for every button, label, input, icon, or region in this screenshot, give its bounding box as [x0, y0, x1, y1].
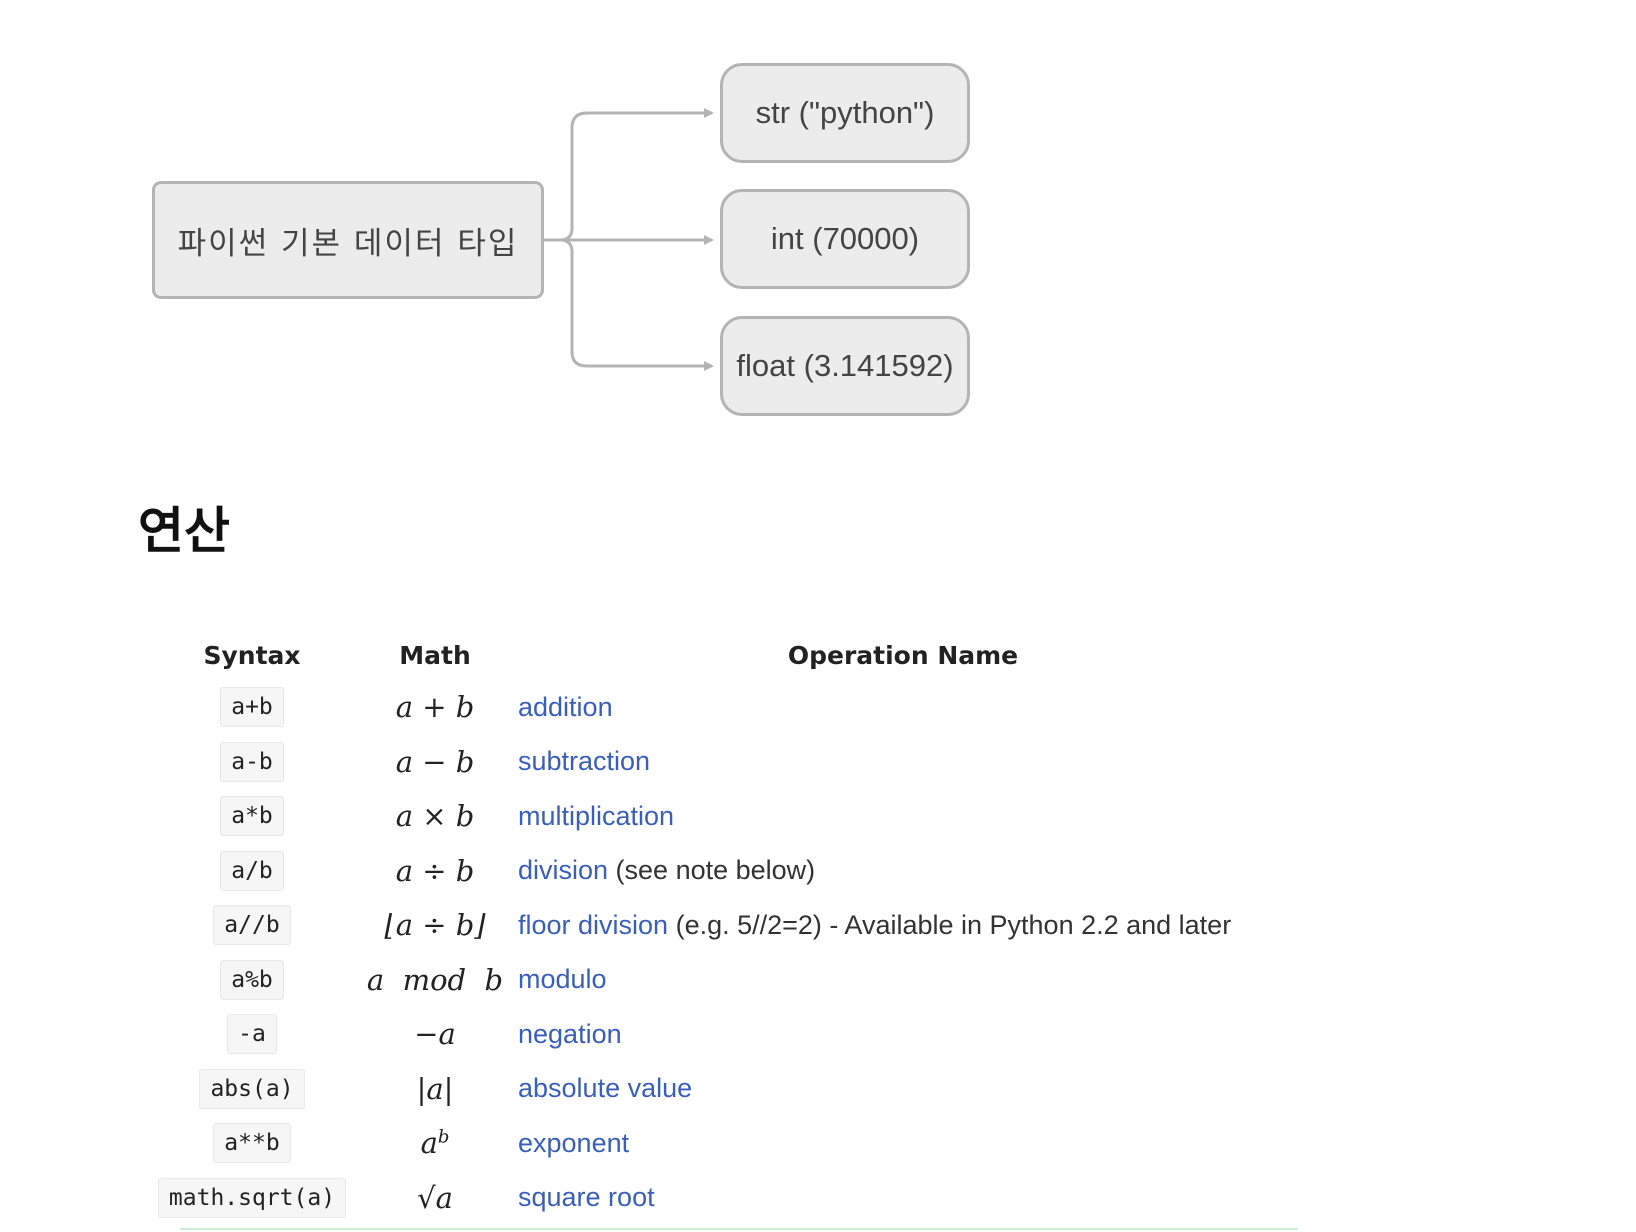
operation-link[interactable]: floor division — [518, 910, 668, 940]
math-expression: −a — [414, 1017, 456, 1052]
math-superscript: b — [437, 1126, 450, 1148]
syntax-code: abs(a) — [199, 1068, 305, 1109]
math-expression: ab — [421, 1126, 450, 1160]
section-divider — [180, 1228, 1298, 1230]
syntax-code: math.sqrt(a) — [157, 1177, 347, 1218]
table-row: a/b a ÷ b division (see note below) — [144, 844, 1288, 899]
math-expression: a − b — [395, 744, 475, 779]
operation-link[interactable]: subtraction — [518, 746, 650, 776]
table-row: -a −a negation — [144, 1007, 1288, 1062]
operation-link[interactable]: multiplication — [518, 801, 674, 831]
table-row: math.sqrt(a) √a square root — [144, 1171, 1288, 1226]
section-title: 연산 — [138, 502, 230, 560]
table-row: a*b a × b multiplication — [144, 789, 1288, 844]
table-header-row: Syntax Math Operation Name — [144, 630, 1288, 680]
header-operation: Operation Name — [787, 640, 1019, 670]
operation-link[interactable]: absolute value — [518, 1073, 692, 1103]
table-row: a-b a − b subtraction — [144, 735, 1288, 790]
math-expression: ⌊a ÷ b⌋ — [384, 908, 486, 943]
connector-float — [544, 238, 714, 371]
data-types-diagram: 파이썬 기본 데이터 타입 str ("python") int (70000)… — [0, 0, 1636, 460]
table-row: a%b a mod b modulo — [144, 953, 1288, 1008]
operation-link[interactable]: addition — [518, 692, 613, 722]
table-row: a//b ⌊a ÷ b⌋ floor division (e.g. 5//2=2… — [144, 898, 1288, 953]
syntax-code: a-b — [220, 741, 284, 782]
syntax-code: a**b — [213, 1123, 291, 1164]
operation-link[interactable]: exponent — [518, 1128, 629, 1158]
header-syntax: Syntax — [203, 640, 301, 670]
syntax-code: a+b — [220, 687, 284, 728]
math-expression: a × b — [395, 799, 475, 834]
syntax-code: a//b — [213, 905, 291, 946]
syntax-code: a/b — [220, 850, 284, 891]
math-expression: √a — [417, 1180, 453, 1215]
math-expression: a + b — [395, 690, 475, 725]
operations-table: Syntax Math Operation Name a+b a + b add… — [144, 630, 1288, 1225]
table-row: a+b a + b addition — [144, 680, 1288, 735]
syntax-code: -a — [227, 1014, 277, 1055]
operation-link[interactable]: negation — [518, 1019, 622, 1049]
table-row: abs(a) |a| absolute value — [144, 1062, 1288, 1117]
operation-note: (e.g. 5//2=2) - Available in Python 2.2 … — [668, 909, 1232, 940]
header-math: Math — [399, 640, 471, 670]
math-expression: |a| — [416, 1071, 454, 1106]
operation-link[interactable]: modulo — [518, 964, 607, 994]
node-float: float (3.141592) — [720, 316, 970, 416]
syntax-code: a%b — [220, 959, 284, 1000]
operation-link[interactable]: division — [518, 855, 608, 885]
operation-link[interactable]: square root — [518, 1182, 655, 1212]
connector-str — [544, 108, 714, 242]
node-str: str ("python") — [720, 63, 970, 163]
root-node: 파이썬 기본 데이터 타입 — [152, 181, 544, 299]
node-int: int (70000) — [720, 189, 970, 289]
math-base: a — [420, 1126, 438, 1161]
math-expression: a ÷ b — [395, 853, 475, 888]
math-expression: a mod b — [366, 962, 504, 997]
syntax-code: a*b — [220, 796, 284, 837]
table-row: a**b ab exponent — [144, 1116, 1288, 1171]
operation-note: (see note below) — [608, 855, 816, 886]
